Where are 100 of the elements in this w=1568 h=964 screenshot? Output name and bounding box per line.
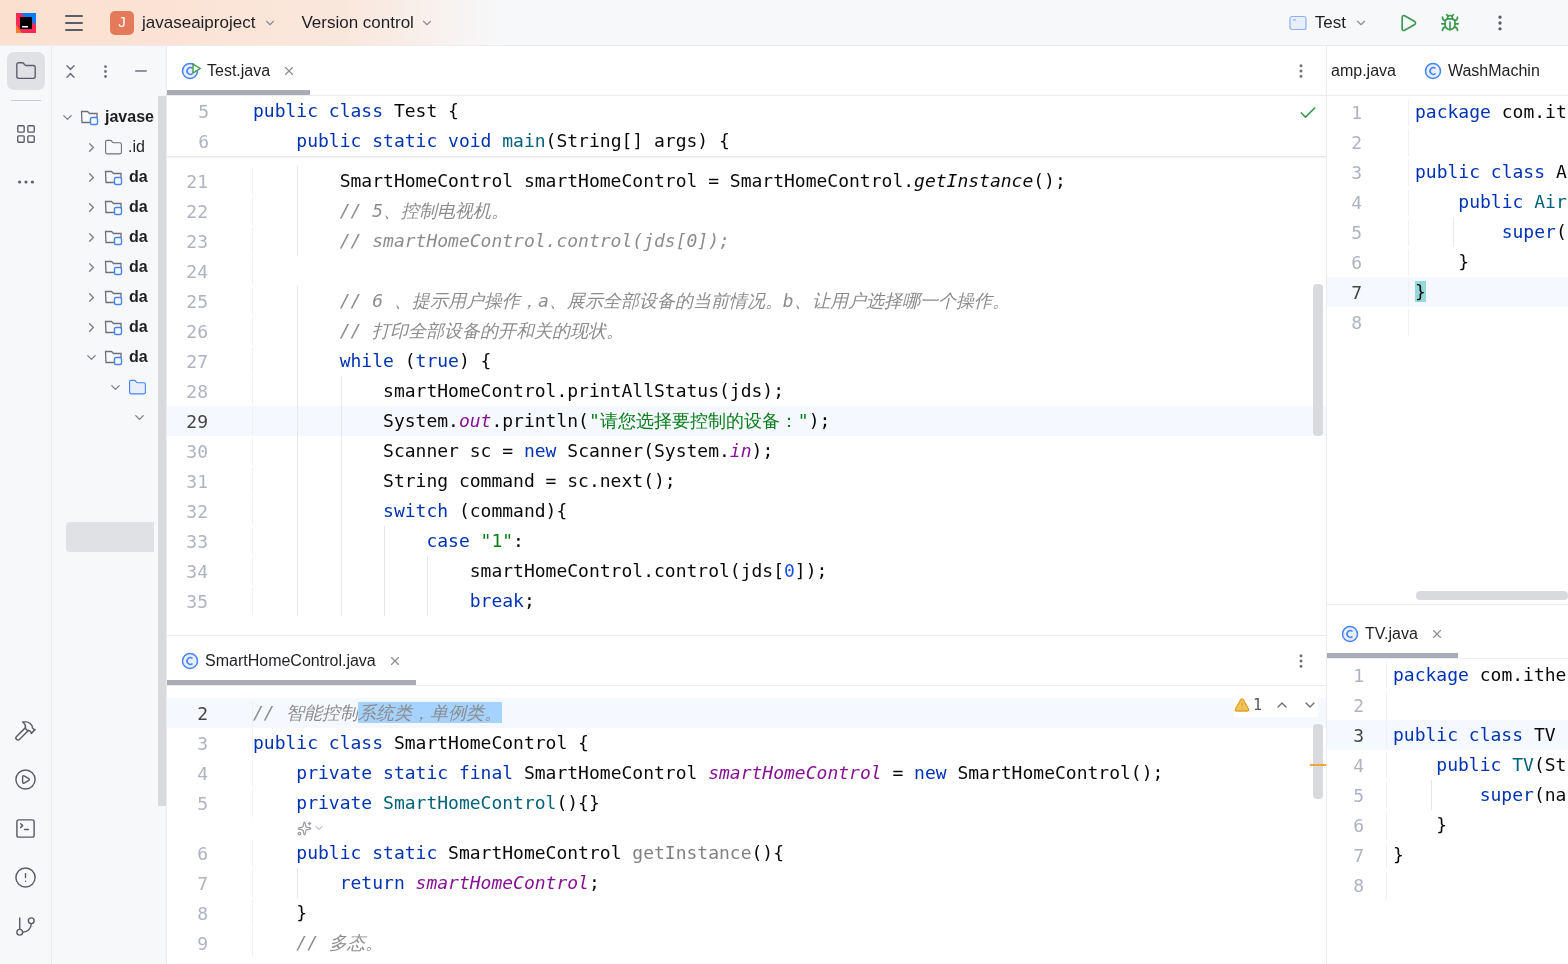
line-number: 35 [186,590,208,612]
line-number: 9 [197,932,208,954]
scrollbar-thumb[interactable] [1313,284,1323,436]
code-line: package com.ithe [1393,664,1567,685]
scrollbar-thumb[interactable] [1416,591,1568,600]
code-line: while (true) { [338,350,492,371]
folder-icon[interactable] [6,52,45,90]
project-badge: J [110,10,134,35]
module-folder-icon [80,108,100,126]
code-line: public class TV [1393,724,1556,745]
line-number: 1 [1353,664,1364,686]
tree-item[interactable]: da [129,315,148,339]
line-number: 6 [197,842,208,864]
line-number: 2 [1353,694,1364,716]
line-number: 7 [197,872,208,894]
code-line: package com.it [1415,101,1567,122]
line-number: 30 [186,440,208,462]
module-folder-icon [104,318,124,336]
line-number: 4 [1353,754,1364,776]
module-folder-icon [104,258,124,276]
code-line: } [295,902,308,923]
line-number: 31 [186,470,208,492]
warning-icon [1233,697,1250,714]
tree-item[interactable]: da [129,285,148,309]
warning-marker[interactable] [1310,764,1326,766]
editor-tab[interactable]: amp.java [1327,46,1410,95]
code-line: super(na [1478,784,1567,805]
class-icon [181,651,199,670]
code-line: public class Test { [253,100,459,121]
window-icon [1288,14,1307,31]
scrollbar-thumb[interactable] [1313,724,1323,799]
line-number: 6 [1351,251,1362,273]
code-line: } [1435,814,1448,835]
tree-item[interactable]: .id [128,135,145,159]
line-number: 2 [197,702,208,724]
tree-item[interactable]: da [129,165,148,189]
module-folder-icon [104,228,124,246]
code-line: case "1": [425,530,524,551]
runnable-class-icon [181,61,201,80]
run-icon[interactable] [1398,12,1418,33]
line-number: 22 [186,200,208,222]
class-icon [1341,624,1359,643]
terminal-icon[interactable] [14,817,37,840]
code-line: public class A [1415,161,1567,182]
editor-tab[interactable]: SmartHomeControl.java [167,636,416,685]
scrollbar[interactable] [158,96,166,806]
line-number: 3 [1353,724,1364,746]
tree-item[interactable]: da [129,345,148,369]
tree-item[interactable]: da [129,255,148,279]
class-icon [1423,61,1442,80]
line-number: 24 [186,260,208,282]
line-number: 3 [197,732,208,754]
alert-icon[interactable] [14,866,37,889]
line-number: 29 [186,410,208,432]
branch-icon[interactable] [14,915,37,938]
code-line: public Air [1457,191,1567,212]
code-line: SmartHomeControl smartHomeControl = SmartHomeControl.getInstance(); [338,170,1066,191]
line-number: 1 [1351,101,1362,123]
code-line: return smartHomeControl; [338,872,600,893]
line-number: 3 [1351,161,1362,183]
hint-button[interactable] [297,820,325,836]
code-line: // 打印全部设备的开和关的现状。 [338,320,625,341]
line-number: 25 [186,290,208,312]
code-line: // 多态。 [295,932,383,953]
code-line: break; [468,590,535,611]
run-config-selector[interactable]: Test [1288,9,1368,36]
play-circle-icon[interactable] [14,768,37,791]
editor-tab[interactable]: WashMachin [1409,46,1554,95]
editor-tab[interactable]: TV.java [1327,609,1458,658]
folder-icon [128,377,147,397]
line-number: 23 [186,230,208,252]
line-number: 5 [197,792,208,814]
module-folder-icon [104,288,124,306]
line-number: 5 [1351,221,1362,243]
tree-item[interactable]: da [129,225,148,249]
project-selector[interactable]: J javaseaiproject [110,9,278,36]
folder-icon [104,137,123,157]
code-line: public class SmartHomeControl { [253,732,589,753]
line-number: 5 [198,100,209,122]
line-number: 28 [186,380,208,402]
line-number: 26 [186,320,208,342]
tree-item[interactable]: javase [105,105,154,129]
module-folder-icon [104,168,124,186]
code-line: smartHomeControl.printAllStatus(jds); [382,380,784,401]
code-line: smartHomeControl.control(jds[0]); [468,560,828,581]
code-line: switch (command){ [382,500,568,521]
app-logo[interactable] [14,10,38,35]
code-line: public TV(St [1435,754,1567,775]
sparkle-icon [297,820,312,836]
code-line: // smartHomeControl.control(jds[0]); [338,230,730,251]
tree-item[interactable]: da [129,195,148,219]
vcs-selector[interactable]: Version control [301,9,434,36]
line-number: 7 [1353,844,1364,866]
code-line: public static SmartHomeControl getInstance(){ [295,842,785,863]
hammer-icon[interactable] [14,719,37,742]
debug-icon[interactable] [1440,12,1460,33]
line-number: 6 [198,130,209,152]
editor-tab[interactable]: Test.java [167,46,311,95]
line-number: 32 [186,500,208,522]
code-line: String command = sc.next(); [382,470,676,491]
